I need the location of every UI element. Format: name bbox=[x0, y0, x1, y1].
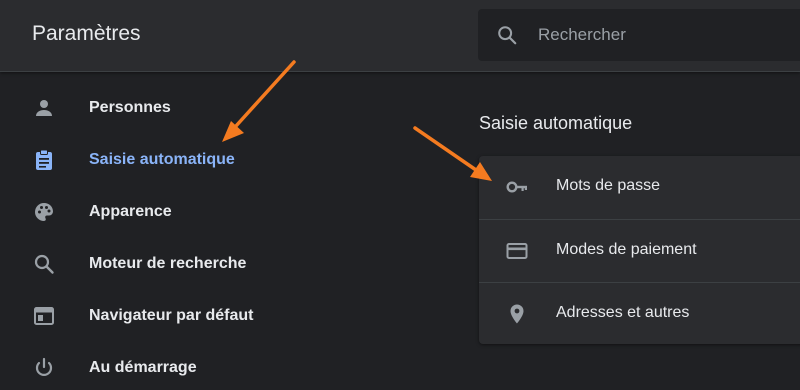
row-label: Adresses et autres bbox=[556, 304, 690, 321]
clipboard-icon bbox=[36, 149, 52, 170]
location-pin-icon bbox=[510, 304, 524, 324]
person-icon bbox=[36, 100, 52, 116]
search-input[interactable] bbox=[538, 23, 778, 47]
key-icon bbox=[506, 181, 527, 193]
search-icon bbox=[34, 254, 54, 274]
sidebar-item-au-demarrage[interactable]: Au démarrage bbox=[0, 346, 300, 390]
sidebar-item-label: Moteur de recherche bbox=[89, 255, 247, 272]
browser-icon bbox=[34, 307, 54, 325]
autofill-card: Mots de passe Modes de paiement Adresses… bbox=[479, 156, 800, 344]
sidebar-item-label: Saisie automatique bbox=[89, 151, 235, 168]
palette-icon bbox=[35, 203, 53, 221]
sidebar-item-label: Au démarrage bbox=[89, 359, 197, 376]
sidebar-item-apparence[interactable]: Apparence bbox=[0, 190, 300, 234]
sidebar-item-label: Navigateur par défaut bbox=[89, 307, 254, 324]
settings-header: Paramètres bbox=[0, 0, 800, 72]
payment-methods-row[interactable]: Modes de paiement bbox=[479, 219, 800, 282]
credit-card-icon bbox=[506, 243, 528, 259]
row-label: Modes de paiement bbox=[556, 241, 697, 258]
sidebar-item-navigateur-par-defaut[interactable]: Navigateur par défaut bbox=[0, 294, 300, 338]
passwords-row[interactable]: Mots de passe bbox=[479, 156, 800, 218]
sidebar-item-personnes[interactable]: Personnes bbox=[0, 86, 300, 130]
sidebar: Personnes Saisie automatique Apparence M… bbox=[0, 72, 440, 376]
sidebar-item-label: Apparence bbox=[89, 203, 172, 220]
power-icon bbox=[35, 357, 53, 376]
search-box[interactable] bbox=[478, 9, 800, 61]
page-title: Paramètres bbox=[32, 22, 141, 45]
addresses-row[interactable]: Adresses et autres bbox=[479, 282, 800, 345]
sidebar-item-saisie-automatique[interactable]: Saisie automatique bbox=[0, 138, 300, 182]
section-title: Saisie automatique bbox=[479, 113, 633, 133]
sidebar-item-moteur-de-recherche[interactable]: Moteur de recherche bbox=[0, 242, 300, 286]
search-icon[interactable] bbox=[496, 24, 518, 46]
row-label: Mots de passe bbox=[556, 177, 661, 194]
sidebar-item-label: Personnes bbox=[89, 99, 171, 116]
